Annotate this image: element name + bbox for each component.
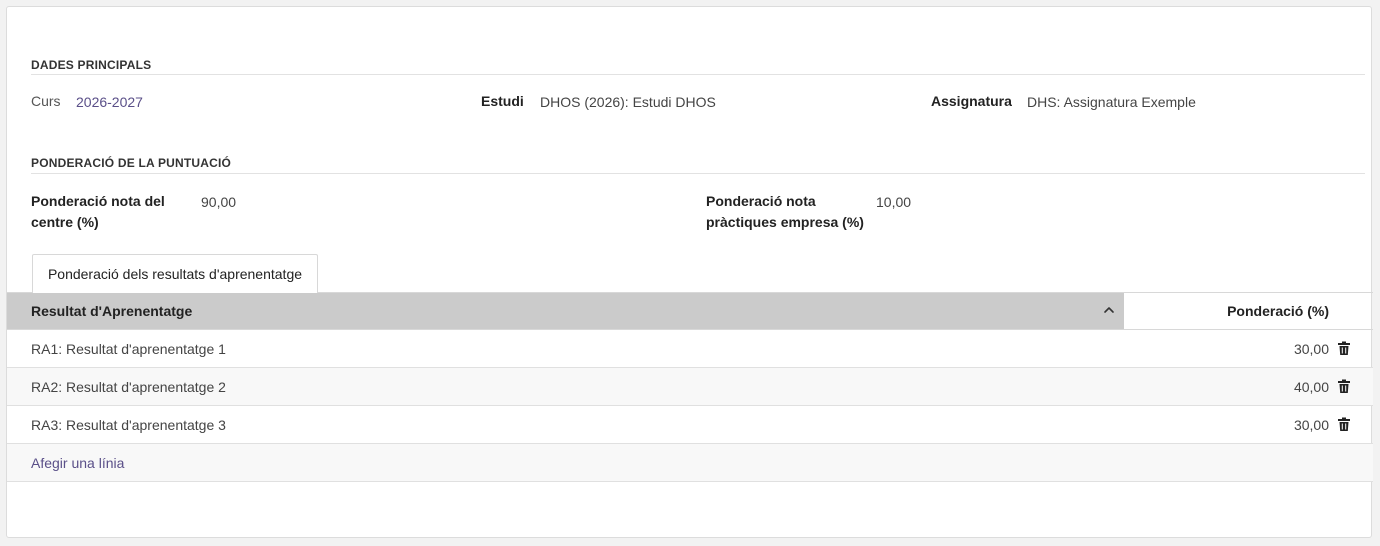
estudi-label: Estudi — [481, 93, 524, 109]
table-row[interactable]: RA1: Resultat d'aprenentatge 1 30,00 — [7, 330, 1373, 368]
form-sheet: DADES PRINCIPALS Curs 2026-2027 Estudi D… — [6, 6, 1373, 538]
group-divider — [31, 173, 1365, 174]
result-cell: RA3: Resultat d'aprenentatge 3 — [31, 417, 226, 433]
table-row[interactable]: RA3: Resultat d'aprenentatge 3 30,00 — [7, 406, 1373, 444]
assignatura-label: Assignatura — [931, 93, 1012, 109]
group-title-main: DADES PRINCIPALS — [31, 58, 152, 72]
result-cell: RA2: Resultat d'aprenentatge 2 — [31, 379, 226, 395]
trash-icon[interactable] — [1337, 379, 1351, 394]
weight-cell: 30,00 — [1293, 417, 1329, 433]
estudi-value: DHOS (2026): Estudi DHOS — [540, 94, 716, 110]
centre-weight-label: Ponderació nota del centre (%) — [31, 193, 165, 230]
empresa-weight-value: 10,00 — [876, 194, 912, 210]
trash-icon[interactable] — [1337, 341, 1351, 356]
curs-label: Curs — [31, 93, 61, 109]
result-cell: RA1: Resultat d'aprenentatge 1 — [31, 341, 226, 357]
group-title-weights: PONDERACIÓ DE LA PUNTUACIÓ — [31, 156, 232, 170]
add-line-link[interactable]: Afegir una línia — [31, 455, 124, 471]
assignatura-value: DHS: Assignatura Exemple — [1027, 94, 1196, 110]
learning-results-table: Resultat d'Aprenentatge Ponderació (%) R… — [7, 292, 1373, 482]
group-divider — [31, 74, 1365, 75]
curs-value-link[interactable]: 2026-2027 — [76, 94, 143, 110]
add-line-row: Afegir una línia — [7, 444, 1373, 482]
trash-icon[interactable] — [1337, 417, 1351, 432]
weight-cell: 40,00 — [1293, 379, 1329, 395]
tab-learning-results-weights[interactable]: Ponderació dels resultats d'aprenentatge — [32, 254, 318, 293]
table-header: Resultat d'Aprenentatge Ponderació (%) — [7, 292, 1373, 330]
column-header-result-label: Resultat d'Aprenentatge — [31, 303, 193, 319]
chevron-up-icon[interactable] — [1102, 303, 1116, 317]
column-header-result[interactable]: Resultat d'Aprenentatge — [7, 293, 1124, 329]
weight-cell: 30,00 — [1293, 341, 1329, 357]
table-row[interactable]: RA2: Resultat d'aprenentatge 2 40,00 — [7, 368, 1373, 406]
column-header-weight[interactable]: Ponderació (%) — [1124, 293, 1373, 329]
empresa-weight-label: Ponderació nota pràctiques empresa (%) — [706, 193, 864, 230]
centre-weight-value: 90,00 — [201, 194, 237, 210]
